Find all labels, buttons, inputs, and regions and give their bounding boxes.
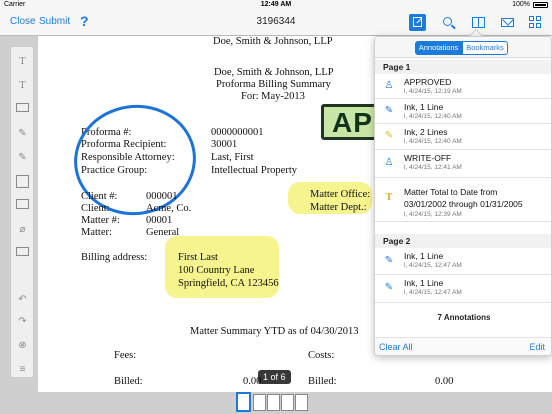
fees-label: Fees:	[114, 350, 137, 361]
clock: 12:49 AM	[260, 1, 292, 8]
client-value: 00001	[146, 215, 173, 226]
page-thumbnail[interactable]	[295, 394, 308, 411]
top-toolbar: Close Submit ? 3196344	[0, 10, 552, 36]
battery-icon	[533, 2, 548, 8]
report-period: For: May-2013	[241, 91, 305, 102]
firm-name: Doe, Smith & Johnson, LLP	[214, 67, 334, 78]
summary-title: Matter Summary YTD as of 04/30/2013	[190, 326, 359, 337]
search-icon[interactable]	[440, 14, 457, 31]
client-value: 000001	[146, 191, 178, 202]
annotation-meta: l, 4/24/15, 12:47 AM	[404, 289, 462, 296]
text-icon: T	[385, 192, 393, 203]
annotation-list-item[interactable]: ✎ Ink, 2 Lines l, 4/24/15, 12:40 AM	[375, 124, 551, 150]
annotation-title: WRITE-OFF	[404, 153, 452, 163]
textbox-tool-icon[interactable]: T	[16, 79, 29, 92]
rectangle-tool-icon[interactable]	[16, 175, 29, 188]
client-label: Matter:	[81, 227, 112, 238]
status-bar: Carrier 12:49 AM 100%	[0, 0, 552, 10]
ink-icon: ✎	[384, 255, 394, 266]
report-title: Proforma Billing Summary	[216, 79, 331, 90]
annotation-list-item[interactable]: ♙ APPROVED l, 4/24/15, 12:19 AM	[375, 74, 551, 99]
section-header-page-2: Page 2	[375, 234, 551, 248]
page-thumbnail-strip	[236, 392, 316, 412]
annotation-list-item[interactable]: ✎ Ink, 1 Line l, 4/24/15, 12:47 AM	[375, 248, 551, 275]
battery-percent: 100%	[512, 1, 530, 8]
signature-tool-icon[interactable]	[16, 247, 29, 256]
page-indicator: 1 of 6	[258, 370, 291, 384]
popover-footer: Clear All Edit	[375, 337, 551, 355]
annotation-title: APPROVED	[404, 77, 452, 87]
field-value: 30001	[211, 139, 238, 150]
field-value: Intellectual Property	[211, 165, 298, 176]
stamp-icon: ♙	[384, 80, 394, 91]
billed-costs-value: 0.00	[435, 376, 454, 387]
annotation-meta: l, 4/24/15, 12:41 AM	[404, 164, 462, 171]
tab-bookmarks[interactable]: Bookmarks	[462, 41, 508, 55]
annotation-meta: l, 4/24/15, 12:40 AM	[404, 113, 462, 120]
annotation-count: 7 Annotations	[437, 313, 491, 322]
client-label: Matter #:	[81, 215, 120, 226]
grid-icon[interactable]	[527, 14, 544, 31]
annotation-title: Ink, 1 Line	[404, 251, 444, 261]
annotations-popover: Annotations Bookmarks Page 1 ♙ APPROVED …	[374, 36, 552, 356]
pen-tool-icon[interactable]: ✎	[16, 127, 29, 140]
address-line: 100 Country Lane	[178, 265, 255, 276]
annotation-title: Ink, 2 Lines	[404, 127, 448, 137]
billed-fees-label: Billed:	[114, 376, 143, 387]
clear-all-button[interactable]: Clear All	[379, 342, 413, 352]
page-thumbnail[interactable]	[253, 394, 266, 411]
client-label: Client:	[81, 203, 110, 214]
annotation-title: Ink, 1 Line	[404, 102, 444, 112]
note-tool-icon[interactable]	[16, 103, 29, 112]
annotation-title: Ink, 1 Line	[404, 278, 444, 288]
firm-name-top: Doe, Smith & Johnson, LLP	[213, 36, 333, 47]
annotation-title: Matter Total to Date from	[404, 187, 498, 197]
page-thumbnail[interactable]	[267, 394, 280, 411]
client-value: Acme, Co.	[146, 203, 192, 214]
redo-icon[interactable]: ↷	[16, 315, 29, 328]
tab-annotations[interactable]: Annotations	[415, 41, 462, 55]
annotation-list-item[interactable]: ✎ Ink, 1 Line l, 4/24/15, 12:47 AM	[375, 275, 551, 303]
annotation-list-item[interactable]: ♙ WRITE-OFF l, 4/24/15, 12:41 AM	[375, 150, 551, 178]
matter-office-label: Matter Office:	[310, 189, 371, 200]
annotation-meta: l, 4/24/15, 12:39 AM	[404, 211, 462, 218]
mail-icon[interactable]	[499, 14, 516, 31]
stamp-icon: ♙	[384, 157, 394, 168]
drag-handle-icon[interactable]: ≡	[16, 363, 29, 376]
ink-icon: ✎	[384, 105, 394, 116]
book-icon[interactable]	[470, 14, 487, 31]
field-value: Last, First	[211, 152, 254, 163]
annotation-list-item[interactable]: T Matter Total to Date from 03/01/2002 t…	[375, 178, 551, 222]
billing-address-label: Billing address:	[81, 252, 148, 263]
matter-dept-label: Matter Dept.:	[310, 202, 367, 213]
ink-icon: ✎	[384, 130, 394, 141]
clear-tool-icon[interactable]: ⊗	[16, 339, 29, 352]
annotation-tool-palette: T T ✎ ✎ ⌀ ↶ ↷ ⊗ ≡	[10, 46, 34, 378]
annotation-icon[interactable]	[409, 14, 426, 31]
page-thumbnail[interactable]	[236, 392, 251, 412]
field-value: 0000000001	[211, 127, 264, 138]
ink-icon: ✎	[384, 282, 394, 293]
pen-icon	[413, 17, 422, 27]
client-label: Client #:	[81, 191, 118, 202]
billed-costs-label: Billed:	[308, 376, 337, 387]
section-header-page-1: Page 1	[375, 60, 551, 74]
eraser-tool-icon[interactable]: ⌀	[16, 223, 29, 236]
image-tool-icon[interactable]	[16, 199, 29, 209]
address-line: Springfield, CA 123456	[178, 278, 279, 289]
annotation-meta: l, 4/24/15, 12:47 AM	[404, 262, 462, 269]
text-tool-icon[interactable]: T	[16, 55, 29, 68]
highlighter-tool-icon[interactable]: ✎	[16, 151, 29, 164]
page-thumbnail[interactable]	[281, 394, 294, 411]
annotation-list-item[interactable]: ✎ Ink, 1 Line l, 4/24/15, 12:40 AM	[375, 99, 551, 124]
costs-label: Costs:	[308, 350, 335, 361]
edit-button[interactable]: Edit	[529, 342, 545, 352]
annotation-meta: l, 4/24/15, 12:40 AM	[404, 138, 462, 145]
address-line: First Last	[178, 252, 218, 263]
undo-icon[interactable]: ↶	[16, 293, 29, 306]
popover-header: Annotations Bookmarks	[375, 37, 551, 58]
annotation-meta: l, 4/24/15, 12:19 AM	[404, 88, 462, 95]
annotation-title-line2: 03/01/2002 through 01/31/2005	[404, 199, 523, 209]
